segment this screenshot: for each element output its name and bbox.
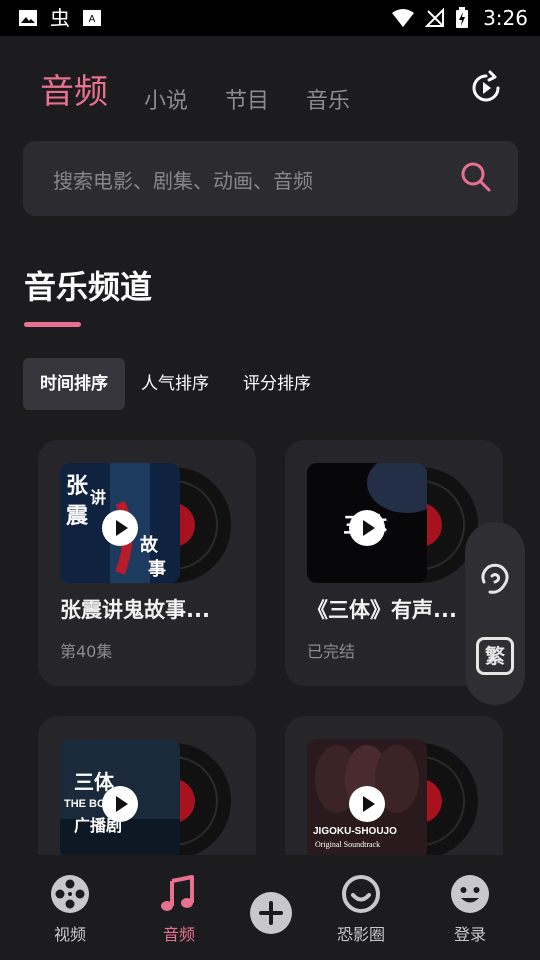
svg-text:故: 故	[140, 534, 159, 556]
film-reel-icon	[51, 875, 89, 913]
section-title: 音乐频道	[24, 268, 153, 306]
play-button[interactable]	[102, 510, 138, 546]
card-title: 《三体》有声...	[307, 598, 457, 622]
add-icon	[250, 892, 292, 934]
traditional-chinese-toggle[interactable]: 繁	[476, 637, 514, 675]
nav-login[interactable]: 登录	[430, 873, 510, 945]
nav-community[interactable]: 恐影圈	[321, 873, 401, 945]
app-notification-icon: 虫	[50, 6, 70, 30]
svg-text:A: A	[89, 14, 96, 25]
nav-community-label: 恐影圈	[336, 925, 385, 944]
audio-card[interactable]: 三体 THE BODY 广播剧	[38, 716, 256, 876]
play-button[interactable]	[349, 786, 385, 822]
no-signal-icon	[425, 8, 445, 27]
sort-by-time-button[interactable]: 时间排序	[23, 358, 125, 410]
svg-text:事: 事	[148, 558, 166, 580]
nav-video-label: 视频	[53, 925, 86, 944]
card-subtitle: 已完结	[307, 642, 356, 661]
tab-audio[interactable]: 音频	[40, 64, 108, 113]
battery-charging-icon	[456, 7, 469, 28]
status-bar: 虫 A 3:26	[0, 0, 540, 36]
floating-side-panel: 繁	[465, 522, 525, 705]
status-left: 虫 A	[18, 7, 102, 29]
svg-text:讲: 讲	[90, 488, 106, 507]
tab-music[interactable]: 音乐	[306, 83, 350, 115]
card-subtitle: 第40集	[60, 642, 113, 661]
card-title: 张震讲鬼故事...	[60, 598, 210, 622]
play-button[interactable]	[102, 786, 138, 822]
tab-novel[interactable]: 小说	[144, 83, 188, 115]
svg-text:张: 张	[66, 474, 89, 499]
status-right: 3:26	[391, 6, 528, 30]
play-history-icon[interactable]	[468, 70, 504, 106]
audio-card[interactable]: 张 讲 震 故 事 张震讲鬼故事... 第40集	[38, 440, 256, 686]
nav-audio-label: 音频	[162, 925, 195, 944]
image-notification-icon	[19, 10, 37, 26]
wifi-icon	[392, 9, 415, 27]
nav-audio[interactable]: 音频	[139, 873, 219, 945]
audio-card[interactable]: JIGOKU-SHOUJO Original Soundtrack	[285, 716, 503, 876]
nav-video[interactable]: 视频	[30, 873, 110, 945]
customer-service-icon[interactable]	[476, 560, 514, 598]
search-bar[interactable]: 搜索电影、剧集、动画、音频	[23, 141, 518, 216]
play-button[interactable]	[349, 510, 385, 546]
sort-by-rating-button[interactable]: 评分排序	[236, 358, 318, 410]
nav-login-label: 登录	[453, 925, 486, 944]
sort-by-popularity-button[interactable]: 人气排序	[134, 358, 216, 410]
svg-text:JIGOKU-SHOUJO: JIGOKU-SHOUJO	[313, 826, 397, 837]
user-face-icon	[451, 875, 489, 913]
status-time: 3:26	[483, 6, 528, 30]
svg-text:Original Soundtrack: Original Soundtrack	[315, 840, 380, 849]
nav-add-button[interactable]	[231, 892, 311, 934]
font-notification-icon: A	[83, 10, 101, 26]
search-placeholder[interactable]: 搜索电影、剧集、动画、音频	[53, 165, 313, 194]
svg-text:震: 震	[66, 504, 89, 529]
tab-program[interactable]: 节目	[225, 83, 269, 115]
smile-bubble-icon	[342, 875, 380, 913]
search-icon[interactable]	[460, 161, 492, 193]
section-underline	[24, 322, 81, 327]
bottom-navigation: 视频 音频 恐影圈 登录	[0, 855, 540, 960]
music-note-icon	[161, 875, 194, 911]
